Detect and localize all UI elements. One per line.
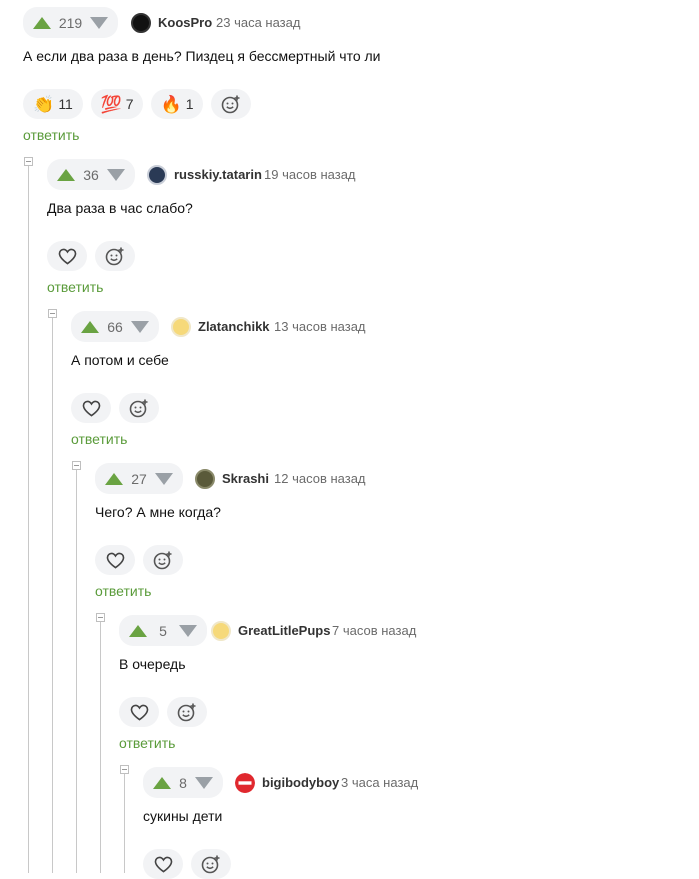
reaction-count: 1	[185, 96, 194, 112]
downvote-icon[interactable]	[194, 776, 213, 789]
add-reaction-icon	[129, 399, 148, 418]
like-button[interactable]	[119, 697, 159, 727]
comment-score: 66	[107, 318, 123, 335]
collapse-toggle[interactable]	[24, 157, 33, 166]
upvote-icon[interactable]	[33, 16, 51, 29]
reply-link[interactable]: ответить	[71, 431, 127, 447]
comment-author[interactable]: Zlatanchikk	[198, 319, 270, 334]
add-reaction-button[interactable]	[119, 393, 159, 423]
comment-author[interactable]: GreatLitlePups	[238, 623, 330, 638]
comment-time[interactable]: 19 часов назад	[264, 167, 356, 182]
comment-text: Чего? А мне когда?	[95, 504, 221, 520]
add-reaction-icon	[201, 855, 220, 874]
reply-link[interactable]: ответить	[95, 583, 151, 599]
fire-icon: 🔥	[160, 94, 182, 114]
comment-author[interactable]: russkiy.tatarin	[174, 167, 262, 182]
comment-text: сукины дети	[143, 808, 223, 824]
avatar[interactable]	[147, 165, 167, 185]
add-reaction-button[interactable]	[211, 89, 251, 119]
vote-widget: 27	[95, 463, 183, 494]
comment-score: 8	[179, 774, 187, 791]
comment-time[interactable]: 23 часа назад	[216, 15, 300, 30]
comment-text: Два раза в час слабо?	[47, 200, 193, 216]
downvote-icon[interactable]	[130, 320, 149, 333]
add-reaction-icon	[221, 95, 240, 114]
reply-link[interactable]: ответить	[119, 735, 175, 751]
heart-icon	[58, 248, 76, 265]
reply-link[interactable]: ответить	[47, 279, 103, 295]
vote-widget: 8	[143, 767, 223, 798]
heart-icon	[130, 704, 148, 721]
like-button[interactable]	[143, 849, 183, 879]
comment-time[interactable]: 12 часов назад	[274, 471, 366, 486]
avatar[interactable]	[171, 317, 191, 337]
add-reaction-icon	[105, 247, 124, 266]
clap-icon: 👏	[33, 94, 55, 114]
reaction-count: 11	[58, 96, 73, 112]
hundred-icon: 💯	[100, 94, 122, 114]
like-button[interactable]	[71, 393, 111, 423]
reaction-fire[interactable]: 🔥 1	[151, 89, 203, 119]
comment-score: 36	[83, 166, 99, 183]
comment-time[interactable]: 7 часов назад	[332, 623, 416, 638]
comment-time[interactable]: 13 часов назад	[274, 319, 366, 334]
thread-line	[28, 166, 29, 873]
thread-line	[52, 318, 53, 873]
no-entry-avatar-icon[interactable]	[235, 773, 255, 793]
add-reaction-button[interactable]	[191, 849, 231, 879]
reaction-clap[interactable]: 👏 11	[23, 89, 83, 119]
collapse-toggle[interactable]	[96, 613, 105, 622]
comment-score: 219	[58, 14, 83, 31]
collapse-toggle[interactable]	[48, 309, 57, 318]
upvote-icon[interactable]	[153, 776, 171, 789]
downvote-icon[interactable]	[106, 168, 125, 181]
like-button[interactable]	[47, 241, 87, 271]
comment-text: А потом и себе	[71, 352, 169, 368]
vote-widget: 66	[71, 311, 159, 342]
downvote-icon[interactable]	[154, 472, 173, 485]
comment-time[interactable]: 3 часа назад	[341, 775, 418, 790]
upvote-icon[interactable]	[129, 624, 147, 637]
upvote-icon[interactable]	[105, 472, 123, 485]
add-reaction-icon	[153, 551, 172, 570]
comment-text: А если два раза в день? Пиздец я бессмер…	[23, 48, 381, 64]
thread-line	[76, 470, 77, 873]
comment-text: В очередь	[119, 656, 186, 672]
upvote-icon[interactable]	[57, 168, 75, 181]
thread-line	[100, 622, 101, 873]
comment-score: 27	[131, 470, 147, 487]
reaction-count: 7	[125, 96, 134, 112]
heart-icon	[82, 400, 100, 417]
reply-link[interactable]: ответить	[23, 127, 79, 143]
downvote-icon[interactable]	[89, 16, 108, 29]
comment-author[interactable]: bigibodyboy	[262, 775, 339, 790]
add-reaction-button[interactable]	[143, 545, 183, 575]
comment-author[interactable]: KoosPro	[158, 15, 212, 30]
vote-widget: 219	[23, 7, 118, 38]
heart-icon	[154, 856, 172, 873]
collapse-toggle[interactable]	[120, 765, 129, 774]
comment-author[interactable]: Skrashi	[222, 471, 269, 486]
collapse-toggle[interactable]	[72, 461, 81, 470]
add-reaction-button[interactable]	[95, 241, 135, 271]
upvote-icon[interactable]	[81, 320, 99, 333]
vote-widget: 36	[47, 159, 135, 190]
avatar[interactable]	[195, 469, 215, 489]
avatar[interactable]	[211, 621, 231, 641]
like-button[interactable]	[95, 545, 135, 575]
thread-line	[124, 774, 125, 873]
comment-score: 5	[159, 622, 167, 639]
reaction-hundred[interactable]: 💯 7	[91, 89, 143, 119]
heart-icon	[106, 552, 124, 569]
vote-widget: 5	[119, 615, 207, 646]
add-reaction-button[interactable]	[167, 697, 207, 727]
avatar[interactable]	[131, 13, 151, 33]
downvote-icon[interactable]	[178, 624, 197, 637]
add-reaction-icon	[177, 703, 196, 722]
